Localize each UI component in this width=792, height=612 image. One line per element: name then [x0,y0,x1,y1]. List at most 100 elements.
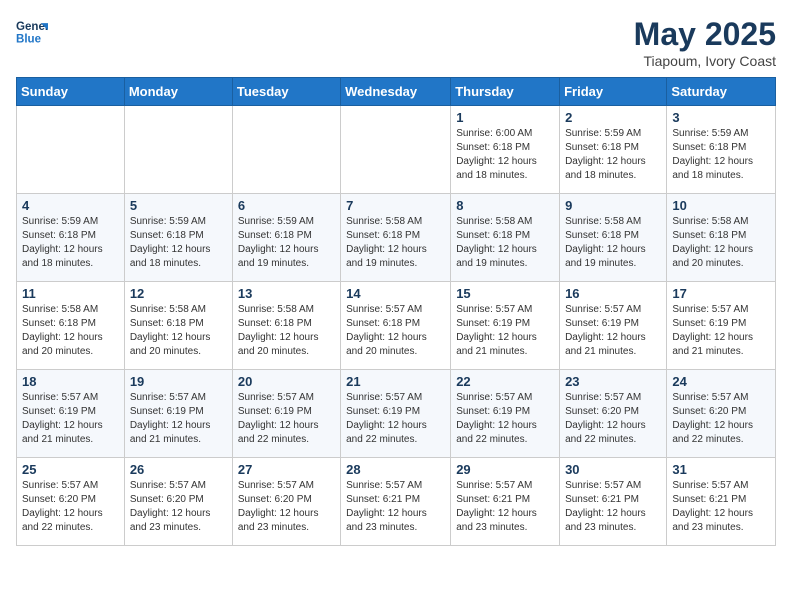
day-number: 23 [565,374,661,389]
day-number: 13 [238,286,335,301]
day-info: Sunrise: 5:57 AMSunset: 6:20 PMDaylight:… [22,479,119,535]
day-number: 15 [456,286,554,301]
day-number: 10 [672,198,770,213]
day-info: Sunrise: 5:58 AMSunset: 6:18 PMDaylight:… [456,215,554,271]
weekday-header-cell: Monday [124,78,232,106]
day-number: 8 [456,198,554,213]
day-number: 24 [672,374,770,389]
calendar-cell: 17 Sunrise: 5:57 AMSunset: 6:19 PMDayligh… [667,282,776,370]
calendar-cell: 21 Sunrise: 5:57 AMSunset: 6:19 PMDayligh… [341,370,451,458]
calendar-cell: 30 Sunrise: 5:57 AMSunset: 6:21 PMDayligh… [560,458,667,546]
day-number: 25 [22,462,119,477]
calendar-cell: 20 Sunrise: 5:57 AMSunset: 6:19 PMDayligh… [232,370,340,458]
day-number: 4 [22,198,119,213]
calendar-cell: 1 Sunrise: 6:00 AMSunset: 6:18 PMDaylight… [451,106,560,194]
day-info: Sunrise: 5:58 AMSunset: 6:18 PMDaylight:… [565,215,661,271]
calendar-cell: 27Sunrise: 5:57 AMSunset: 6:20 PMDayligh… [232,458,340,546]
calendar-table: SundayMondayTuesdayWednesdayThursdayFrid… [16,77,776,546]
day-number: 31 [672,462,770,477]
day-info: Sunrise: 5:59 AMSunset: 6:18 PMDaylight:… [565,127,661,183]
weekday-header-row: SundayMondayTuesdayWednesdayThursdayFrid… [17,78,776,106]
day-number: 27 [238,462,335,477]
day-info: Sunrise: 5:58 AMSunset: 6:18 PMDaylight:… [130,303,227,359]
calendar-cell [17,106,125,194]
calendar-week-row: 4 Sunrise: 5:59 AMSunset: 6:18 PMDaylight… [17,194,776,282]
calendar-cell: 12 Sunrise: 5:58 AMSunset: 6:18 PMDayligh… [124,282,232,370]
day-info: Sunrise: 5:57 AMSunset: 6:19 PMDaylight:… [565,303,661,359]
day-info: Sunrise: 5:57 AMSunset: 6:20 PMDaylight:… [672,391,770,447]
day-info: Sunrise: 5:57 AMSunset: 6:19 PMDaylight:… [456,391,554,447]
calendar-cell: 2 Sunrise: 5:59 AMSunset: 6:18 PMDaylight… [560,106,667,194]
day-number: 20 [238,374,335,389]
day-number: 19 [130,374,227,389]
calendar-cell [341,106,451,194]
calendar-cell: 28Sunrise: 5:57 AMSunset: 6:21 PMDayligh… [341,458,451,546]
calendar-cell: 26Sunrise: 5:57 AMSunset: 6:20 PMDayligh… [124,458,232,546]
day-number: 17 [672,286,770,301]
day-info: Sunrise: 5:59 AMSunset: 6:18 PMDaylight:… [238,215,335,271]
calendar-cell [232,106,340,194]
day-info: Sunrise: 5:57 AMSunset: 6:19 PMDaylight:… [130,391,227,447]
calendar-cell: 19 Sunrise: 5:57 AMSunset: 6:19 PMDayligh… [124,370,232,458]
day-number: 7 [346,198,445,213]
day-number: 1 [456,110,554,125]
calendar-cell: 16Sunrise: 5:57 AMSunset: 6:19 PMDayligh… [560,282,667,370]
day-info: Sunrise: 5:59 AMSunset: 6:18 PMDaylight:… [22,215,119,271]
day-number: 5 [130,198,227,213]
calendar-cell: 8 Sunrise: 5:58 AMSunset: 6:18 PMDaylight… [451,194,560,282]
day-info: Sunrise: 5:58 AMSunset: 6:18 PMDaylight:… [672,215,770,271]
weekday-header-cell: Friday [560,78,667,106]
day-info: Sunrise: 5:57 AMSunset: 6:19 PMDaylight:… [346,391,445,447]
day-number: 14 [346,286,445,301]
calendar-cell: 23 Sunrise: 5:57 AMSunset: 6:20 PMDayligh… [560,370,667,458]
day-number: 28 [346,462,445,477]
calendar-cell: 10 Sunrise: 5:58 AMSunset: 6:18 PMDayligh… [667,194,776,282]
svg-text:General: General [16,21,48,33]
day-number: 30 [565,462,661,477]
calendar-subtitle: Tiapoum, Ivory Coast [634,53,776,69]
day-number: 21 [346,374,445,389]
day-number: 3 [672,110,770,125]
calendar-cell: 24 Sunrise: 5:57 AMSunset: 6:20 PMDayligh… [667,370,776,458]
day-info: Sunrise: 5:57 AMSunset: 6:19 PMDaylight:… [22,391,119,447]
weekday-header-cell: Saturday [667,78,776,106]
calendar-cell [124,106,232,194]
calendar-title: May 2025 [634,16,776,53]
day-info: Sunrise: 6:00 AMSunset: 6:18 PMDaylight:… [456,127,554,183]
day-info: Sunrise: 5:57 AMSunset: 6:19 PMDaylight:… [456,303,554,359]
day-info: Sunrise: 5:59 AMSunset: 6:18 PMDaylight:… [130,215,227,271]
calendar-cell: 15 Sunrise: 5:57 AMSunset: 6:19 PMDayligh… [451,282,560,370]
weekday-header-cell: Thursday [451,78,560,106]
calendar-cell: 22Sunrise: 5:57 AMSunset: 6:19 PMDayligh… [451,370,560,458]
weekday-header-cell: Sunday [17,78,125,106]
day-number: 29 [456,462,554,477]
calendar-cell: 5 Sunrise: 5:59 AMSunset: 6:18 PMDaylight… [124,194,232,282]
day-number: 11 [22,286,119,301]
day-info: Sunrise: 5:57 AMSunset: 6:19 PMDaylight:… [238,391,335,447]
calendar-cell: 29 Sunrise: 5:57 AMSunset: 6:21 PMDayligh… [451,458,560,546]
day-info: Sunrise: 5:57 AMSunset: 6:21 PMDaylight:… [456,479,554,535]
day-info: Sunrise: 5:59 AMSunset: 6:18 PMDaylight:… [672,127,770,183]
calendar-cell: 14Sunrise: 5:57 AMSunset: 6:18 PMDayligh… [341,282,451,370]
calendar-cell: 31Sunrise: 5:57 AMSunset: 6:21 PMDayligh… [667,458,776,546]
calendar-cell: 9 Sunrise: 5:58 AMSunset: 6:18 PMDaylight… [560,194,667,282]
day-info: Sunrise: 5:57 AMSunset: 6:21 PMDaylight:… [565,479,661,535]
calendar-cell: 11Sunrise: 5:58 AMSunset: 6:18 PMDayligh… [17,282,125,370]
day-info: Sunrise: 5:57 AMSunset: 6:19 PMDaylight:… [672,303,770,359]
title-area: May 2025 Tiapoum, Ivory Coast [634,16,776,69]
day-number: 9 [565,198,661,213]
day-number: 6 [238,198,335,213]
header: General Blue May 2025 Tiapoum, Ivory Coa… [16,16,776,69]
calendar-cell: 7Sunrise: 5:58 AMSunset: 6:18 PMDaylight… [341,194,451,282]
calendar-week-row: 1 Sunrise: 6:00 AMSunset: 6:18 PMDaylight… [17,106,776,194]
calendar-cell: 18Sunrise: 5:57 AMSunset: 6:19 PMDayligh… [17,370,125,458]
calendar-week-row: 25 Sunrise: 5:57 AMSunset: 6:20 PMDayligh… [17,458,776,546]
day-info: Sunrise: 5:57 AMSunset: 6:20 PMDaylight:… [565,391,661,447]
logo: General Blue [16,16,48,48]
day-number: 2 [565,110,661,125]
day-number: 12 [130,286,227,301]
calendar-cell: 4 Sunrise: 5:59 AMSunset: 6:18 PMDaylight… [17,194,125,282]
logo-icon: General Blue [16,16,48,48]
calendar-body: 1 Sunrise: 6:00 AMSunset: 6:18 PMDaylight… [17,106,776,546]
svg-text:Blue: Blue [16,34,42,46]
